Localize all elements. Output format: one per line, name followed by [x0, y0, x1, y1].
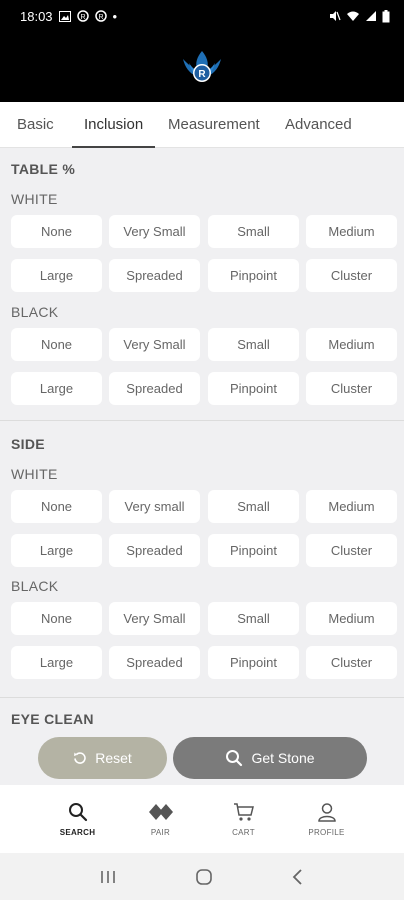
group-label-table-black: BLACK	[11, 304, 59, 320]
chip-table-white-medium[interactable]: Medium	[306, 215, 397, 248]
search-icon	[68, 802, 87, 821]
android-system-nav	[0, 853, 404, 900]
status-time: 18:03	[20, 8, 53, 24]
chip-table-white-spreaded[interactable]: Spreaded	[109, 259, 200, 292]
bottom-navigation: SEARCH PAIR CART PROFILE	[0, 785, 404, 853]
tab-inclusion[interactable]: Inclusion	[71, 102, 156, 148]
chip-table-black-medium[interactable]: Medium	[306, 328, 397, 361]
tab-basic[interactable]: Basic	[17, 102, 54, 147]
pair-icon	[148, 803, 173, 820]
mute-icon	[330, 11, 341, 21]
chip-side-white-none[interactable]: None	[11, 490, 102, 523]
chip-table-white-large[interactable]: Large	[11, 259, 102, 292]
svg-text:R: R	[80, 14, 85, 21]
notification-dot: •	[112, 8, 118, 24]
chip-side-white-large[interactable]: Large	[11, 534, 102, 567]
tab-label: Basic	[17, 116, 54, 133]
chip-side-black-medium[interactable]: Medium	[306, 602, 397, 635]
tab-label: Measurement	[168, 116, 260, 133]
chip-side-black-large[interactable]: Large	[11, 646, 102, 679]
filter-tabs: Basic Inclusion Measurement Advanced	[0, 102, 404, 148]
section-divider	[0, 420, 404, 421]
app-notification-icon: R	[76, 10, 89, 22]
nav-cart-label: CART	[232, 827, 255, 837]
status-bar: 18:03 R R •	[0, 0, 404, 32]
tab-measurement[interactable]: Measurement	[168, 102, 260, 147]
signal-icon	[366, 11, 376, 21]
tab-label: Advanced	[285, 116, 352, 133]
chip-table-white-pinpoint[interactable]: Pinpoint	[208, 259, 299, 292]
chip-side-white-spreaded[interactable]: Spreaded	[109, 534, 200, 567]
chip-side-white-very-small[interactable]: Very small	[109, 490, 200, 523]
chip-table-white-very-small[interactable]: Very Small	[109, 215, 200, 248]
chip-table-white-none[interactable]: None	[11, 215, 102, 248]
chip-side-black-none[interactable]: None	[11, 602, 102, 635]
inclusion-filter-panel: TABLE % WHITE None Very Small Small Medi…	[0, 149, 404, 729]
battery-icon	[382, 9, 390, 22]
app-notification-icon-2: R	[94, 10, 107, 22]
reset-label: Reset	[95, 750, 132, 766]
chip-side-white-pinpoint[interactable]: Pinpoint	[208, 534, 299, 567]
logo-letter: R	[198, 69, 206, 80]
svg-text:R: R	[98, 14, 103, 21]
section-title-side: SIDE	[11, 436, 45, 452]
section-title-eye-clean: EYE CLEAN	[11, 711, 94, 727]
tab-label: Inclusion	[84, 116, 144, 133]
reset-icon	[74, 752, 86, 764]
app-logo: R	[183, 51, 221, 82]
chip-side-black-pinpoint[interactable]: Pinpoint	[208, 646, 299, 679]
chip-side-black-cluster[interactable]: Cluster	[306, 646, 397, 679]
wifi-icon	[347, 11, 359, 21]
chip-side-black-small[interactable]: Small	[208, 602, 299, 635]
chip-side-black-spreaded[interactable]: Spreaded	[109, 646, 200, 679]
profile-icon	[317, 802, 336, 822]
chip-table-black-spreaded[interactable]: Spreaded	[109, 372, 200, 405]
chip-table-white-small[interactable]: Small	[208, 215, 299, 248]
group-label-side-white: WHITE	[11, 466, 58, 482]
nav-pair[interactable]: PAIR	[126, 802, 196, 837]
chip-side-white-cluster[interactable]: Cluster	[306, 534, 397, 567]
chip-table-black-very-small[interactable]: Very Small	[109, 328, 200, 361]
chip-side-white-small[interactable]: Small	[208, 490, 299, 523]
chip-table-white-cluster[interactable]: Cluster	[306, 259, 397, 292]
nav-profile-label: PROFILE	[308, 827, 345, 837]
home-icon[interactable]	[195, 868, 213, 886]
section-title-table: TABLE %	[11, 161, 76, 177]
nav-search[interactable]: SEARCH	[43, 802, 113, 837]
nav-profile[interactable]: PROFILE	[292, 802, 362, 837]
search-icon	[226, 750, 243, 767]
nav-cart[interactable]: CART	[209, 802, 279, 837]
chip-table-black-small[interactable]: Small	[208, 328, 299, 361]
cart-icon	[233, 802, 254, 821]
app-header: R	[0, 32, 404, 102]
image-notification-icon	[58, 10, 71, 22]
chip-table-black-pinpoint[interactable]: Pinpoint	[208, 372, 299, 405]
reset-button[interactable]: Reset	[38, 737, 167, 779]
group-label-side-black: BLACK	[11, 578, 59, 594]
chip-side-white-medium[interactable]: Medium	[306, 490, 397, 523]
recent-apps-icon[interactable]	[99, 869, 117, 885]
chip-table-black-none[interactable]: None	[11, 328, 102, 361]
tab-advanced[interactable]: Advanced	[285, 102, 352, 147]
nav-search-label: SEARCH	[59, 827, 96, 837]
section-divider	[0, 697, 404, 698]
nav-pair-label: PAIR	[150, 827, 171, 837]
chip-table-black-large[interactable]: Large	[11, 372, 102, 405]
chip-side-black-very-small[interactable]: Very Small	[109, 602, 200, 635]
chip-table-black-cluster[interactable]: Cluster	[306, 372, 397, 405]
get-stone-label: Get Stone	[251, 750, 315, 766]
get-stone-button[interactable]: Get Stone	[173, 737, 367, 779]
back-icon[interactable]	[291, 868, 305, 886]
group-label-table-white: WHITE	[11, 191, 58, 207]
